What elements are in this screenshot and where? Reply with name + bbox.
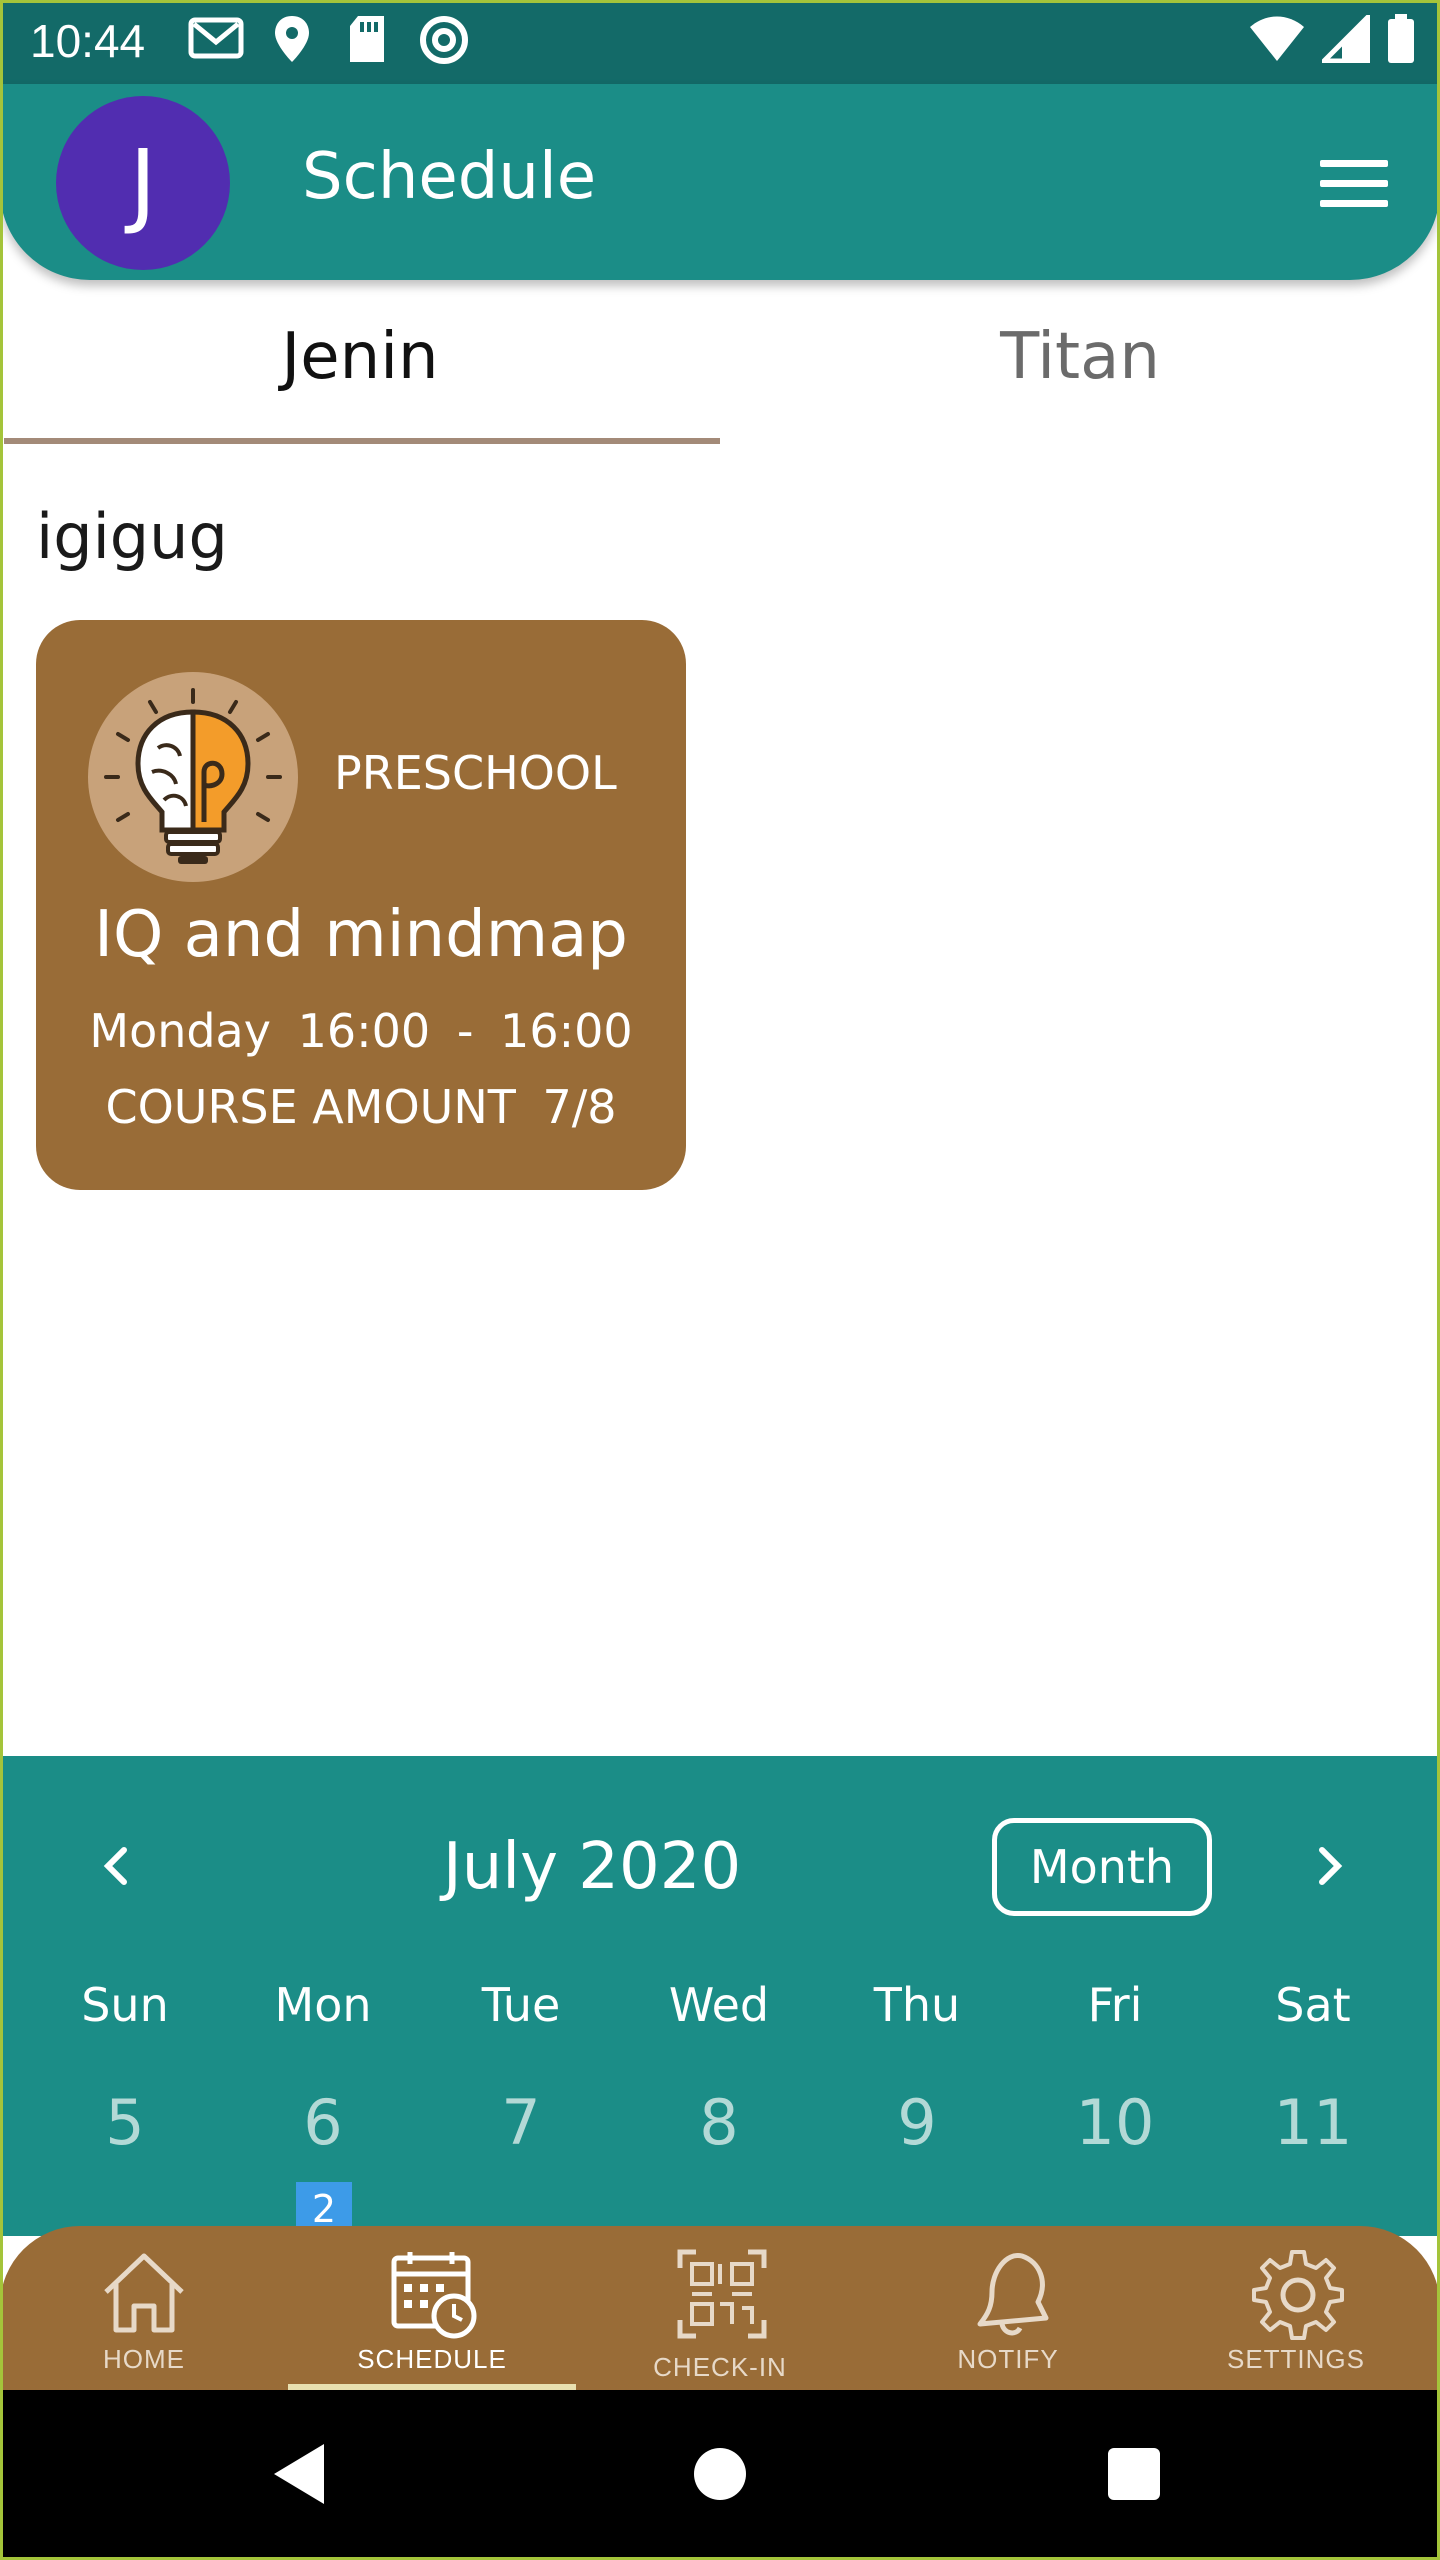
nav-schedule-label: SCHEDULE <box>357 2344 507 2374</box>
nav-schedule[interactable]: SCHEDULE <box>288 2226 576 2390</box>
nav-home[interactable]: HOME <box>0 2226 288 2390</box>
nav-check-in-label: CHECK-IN <box>653 2352 787 2382</box>
location-icon <box>275 16 309 62</box>
group-label: igigug <box>36 500 228 573</box>
nav-notify-label: NOTIFY <box>957 2344 1059 2374</box>
weekday-sat: Sat <box>1275 1978 1351 2032</box>
calendar-day[interactable]: 8 <box>620 2086 818 2159</box>
calendar-day[interactable]: 5 <box>26 2086 224 2159</box>
battery-icon <box>1388 14 1414 63</box>
course-time: Monday 16:00 - 16:00 <box>36 1004 686 1058</box>
calendar-day[interactable]: 7 <box>422 2086 620 2159</box>
nav-settings-label: SETTINGS <box>1226 2344 1365 2374</box>
calendar-day[interactable]: 9 <box>818 2086 1016 2159</box>
chevron-right-icon[interactable] <box>1300 1836 1360 1896</box>
home-circle-icon[interactable] <box>694 2448 746 2500</box>
nav-notify[interactable]: NOTIFY <box>864 2226 1152 2390</box>
course-end: 16:00 <box>500 1004 633 1058</box>
page-title: Schedule <box>302 140 597 214</box>
course-time-separator: - <box>456 1004 474 1058</box>
week-calendar: July 2020 Month Sun Mon Tue Wed Thu Fri … <box>0 1756 1440 2236</box>
hamburger-menu-icon[interactable] <box>1320 160 1388 208</box>
weekday-thu: Thu <box>873 1978 961 2032</box>
tab-titan[interactable]: Titan <box>720 320 1440 394</box>
course-category: PRESCHOOL <box>334 746 617 800</box>
weekday-tue: Tue <box>481 1978 561 2032</box>
back-icon[interactable] <box>272 2442 328 2506</box>
nav-settings[interactable]: SETTINGS <box>1152 2226 1440 2390</box>
course-name: IQ and mindmap <box>94 898 628 972</box>
bottom-navigation: HOME SCHEDULE CHECK-IN NOTIFY SETTINGS <box>0 2226 1440 2390</box>
status-time: 10:44 <box>30 15 146 67</box>
bell-icon <box>977 2253 1049 2336</box>
calendar-day[interactable]: 11 <box>1214 2086 1412 2159</box>
gmail-icon <box>188 17 244 59</box>
calendar-day[interactable]: 6 <box>224 2086 422 2159</box>
system-navigation-bar <box>0 2390 1440 2560</box>
brain-lightbulb-icon <box>88 672 298 882</box>
wifi-icon <box>1250 16 1304 61</box>
calendar-day[interactable]: 10 <box>1016 2086 1214 2159</box>
home-icon <box>104 2253 184 2333</box>
course-amount-value: 7/8 <box>542 1080 617 1134</box>
weekday-wed: Wed <box>668 1978 770 2032</box>
nav-home-label: HOME <box>103 2344 185 2374</box>
at-sign-icon <box>420 16 468 64</box>
tab-indicator <box>4 438 720 444</box>
course-start: 16:00 <box>297 1004 431 1058</box>
signal-icon <box>1322 15 1370 63</box>
calendar-clock-icon <box>391 2252 477 2339</box>
calendar-mode-button[interactable]: Month <box>992 1818 1212 1916</box>
course-amount-label: COURSE AMOUNT <box>105 1080 516 1134</box>
qr-code-icon <box>677 2249 767 2339</box>
course-card[interactable]: PRESCHOOL IQ and mindmap Monday 16:00 - … <box>36 620 686 1190</box>
student-tabs: Jenin Titan <box>0 290 1440 450</box>
nav-check-in[interactable]: CHECK-IN <box>576 2226 864 2390</box>
weekday-mon: Mon <box>274 1978 372 2032</box>
tab-jenin[interactable]: Jenin <box>0 320 720 394</box>
status-bar: 10:44 <box>0 0 1440 84</box>
avatar[interactable]: J <box>56 96 230 270</box>
weekday-fri: Fri <box>1087 1978 1143 2032</box>
gear-icon <box>1252 2250 1344 2340</box>
sd-card-icon <box>350 16 384 62</box>
recents-icon[interactable] <box>1108 2448 1160 2500</box>
weekday-sun: Sun <box>81 1978 169 2032</box>
course-day: Monday <box>89 1004 271 1058</box>
app-bar: J Schedule <box>0 84 1440 280</box>
course-amount: COURSE AMOUNT 7/8 <box>36 1080 686 1134</box>
